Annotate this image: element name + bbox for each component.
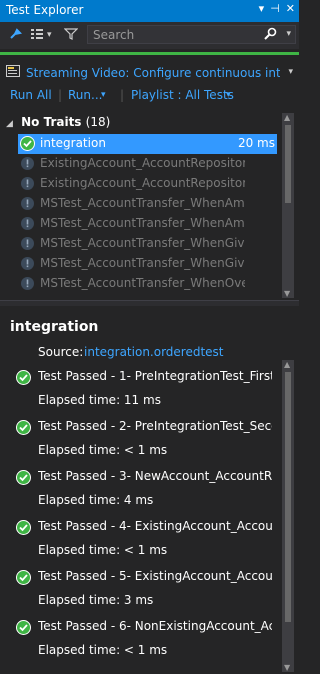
separator: |	[120, 88, 125, 102]
passed-icon	[16, 520, 31, 535]
elapsed-time: Elapsed time: < 1 ms	[38, 543, 168, 557]
dropdown-icon[interactable]: ▾	[259, 2, 265, 15]
playlist-title[interactable]: Streaming Video: Configure continuous in…	[26, 66, 280, 80]
passed-icon	[16, 470, 31, 485]
close-icon[interactable]: ✕	[286, 2, 295, 15]
result-message: Test Passed - 1- PreIntegrationTest_Firs…	[38, 369, 272, 383]
refresh-icon[interactable]	[8, 27, 23, 45]
not-run-icon	[20, 156, 35, 171]
result-message: Test Passed - 4- ExistingAccount_Account…	[38, 519, 272, 533]
passed-icon	[16, 570, 31, 585]
window-title: Test Explorer	[6, 3, 84, 17]
source-link[interactable]: integration.orderedtest	[84, 345, 224, 359]
test-name: integration	[40, 136, 106, 150]
chevron-down-icon[interactable]: ▾	[288, 67, 293, 77]
group-name: No Traits	[21, 115, 82, 129]
elapsed-time: Elapsed time: 4 ms	[38, 493, 154, 507]
scroll-up-icon[interactable]: ▲	[284, 360, 290, 369]
test-row[interactable]: ExistingAccount_AccountRepository_CanR..…	[18, 174, 277, 194]
run-dropdown-icon[interactable]: ▾	[101, 90, 106, 100]
passed-icon	[16, 620, 31, 635]
test-row[interactable]: integration 20 ms	[18, 134, 277, 154]
scroll-up-icon[interactable]: ▲	[284, 113, 290, 122]
result-item: Test Passed - 5- ExistingAccount_Account…	[16, 568, 274, 614]
collapse-triangle-icon[interactable]: ◢	[6, 119, 13, 129]
result-item: Test Passed - 6- NonExistingAccount_Acco…	[16, 618, 274, 664]
scrollbar-thumb[interactable]	[285, 372, 291, 622]
result-item: Test Passed - 3- NewAccount_AccountRepos…	[16, 468, 274, 514]
source-label: Source:	[38, 345, 84, 359]
result-message: Test Passed - 2- PreIntegrationTest_Seco…	[38, 419, 272, 433]
elapsed-time: Elapsed time: < 1 ms	[38, 643, 168, 657]
scrollbar-thumb[interactable]	[285, 125, 291, 203]
not-run-icon	[20, 196, 35, 211]
group-by-dropdown-icon[interactable]: ▾	[47, 30, 52, 40]
tree-scrollbar[interactable]: ▲ ▼	[282, 113, 294, 298]
test-row[interactable]: MSTest_AccountTransfer_WhenOverflow_T...	[18, 274, 277, 294]
status-bar-indicator	[0, 52, 299, 55]
test-row[interactable]: MSTest_AccountTransfer_WhenGivenNull...	[18, 254, 277, 274]
title-bar: Test Explorer ▾ ⊣ ✕	[0, 0, 299, 22]
result-message: Test Passed - 6- NonExistingAccount_Acco…	[38, 619, 272, 633]
test-name: MSTest_AccountTransfer_WhenGivenNull...	[40, 256, 245, 270]
result-message: Test Passed - 3- NewAccount_AccountRepos	[38, 469, 272, 483]
playlist-icon	[6, 65, 20, 77]
action-row: Run All | Run... ▾ | Playlist : All Test…	[0, 87, 299, 105]
scroll-down-icon[interactable]: ▼	[284, 289, 290, 298]
search-icon[interactable]	[264, 27, 277, 44]
playlist-header[interactable]: Streaming Video: Configure continuous in…	[0, 57, 299, 87]
not-run-icon	[20, 256, 35, 271]
not-run-icon	[20, 216, 35, 231]
search-options-dropdown-icon[interactable]: ▾	[286, 29, 291, 39]
result-item: Test Passed - 2- PreIntegrationTest_Seco…	[16, 418, 274, 464]
details-scrollbar[interactable]: ▲ ▼	[282, 360, 294, 672]
elapsed-time: Elapsed time: < 1 ms	[38, 443, 168, 457]
search-input[interactable]: Search ▾	[87, 25, 296, 44]
passed-icon	[16, 420, 31, 435]
passed-icon	[20, 136, 35, 151]
group-header[interactable]: ◢ No Traits (18)	[6, 115, 110, 129]
test-row[interactable]: ExistingAccount_AccountRepository_CanD..…	[18, 154, 277, 174]
details-pane: integration Source: integration.orderedt…	[0, 306, 299, 674]
filter-icon[interactable]	[63, 27, 79, 45]
separator: |	[58, 88, 63, 102]
toolbar: ▾ Search ▾	[0, 22, 299, 49]
test-name: ExistingAccount_AccountRepository_CanD..…	[40, 156, 245, 170]
elapsed-time: Elapsed time: 11 ms	[38, 393, 161, 407]
playlist-dropdown-icon[interactable]: ▾	[226, 90, 231, 100]
group-count: (18)	[85, 115, 111, 129]
group-by-icon[interactable]	[30, 27, 44, 45]
not-run-icon	[20, 176, 35, 191]
test-name: ExistingAccount_AccountRepository_CanR..…	[40, 176, 245, 190]
result-item: Test Passed - 4- ExistingAccount_Account…	[16, 518, 274, 564]
not-run-icon	[20, 276, 35, 291]
test-name: MSTest_AccountTransfer_WhenOverflow_T...	[40, 276, 245, 290]
passed-icon	[16, 370, 31, 385]
test-tree: ◢ No Traits (18) integration 20 ms Exist…	[0, 110, 299, 304]
playlist-selector[interactable]: Playlist : All Tests	[131, 88, 234, 102]
elapsed-time: Elapsed time: 3 ms	[38, 593, 154, 607]
test-row[interactable]: MSTest_AccountTransfer_WhenAmount_Tr...	[18, 194, 277, 214]
test-row[interactable]: MSTest_AccountTransfer_WhenGivenLess...	[18, 234, 277, 254]
result-message: Test Passed - 5- ExistingAccount_Account…	[38, 569, 272, 583]
test-duration: 20 ms	[237, 136, 275, 150]
search-placeholder: Search	[93, 28, 135, 42]
result-item: Test Passed - 1- PreIntegrationTest_Firs…	[16, 368, 274, 414]
test-name: MSTest_AccountTransfer_WhenAmountOv...	[40, 216, 245, 230]
run-link[interactable]: Run...	[68, 88, 102, 102]
not-run-icon	[20, 236, 35, 251]
details-title: integration	[10, 319, 99, 335]
run-all-link[interactable]: Run All	[10, 88, 52, 102]
scroll-down-icon[interactable]: ▼	[284, 663, 290, 672]
pin-icon[interactable]: ⊣	[270, 2, 280, 15]
test-row[interactable]: MSTest_AccountTransfer_WhenAmountOv...	[18, 214, 277, 234]
test-name: MSTest_AccountTransfer_WhenAmount_Tr...	[40, 196, 245, 210]
test-name: MSTest_AccountTransfer_WhenGivenLess...	[40, 236, 245, 250]
